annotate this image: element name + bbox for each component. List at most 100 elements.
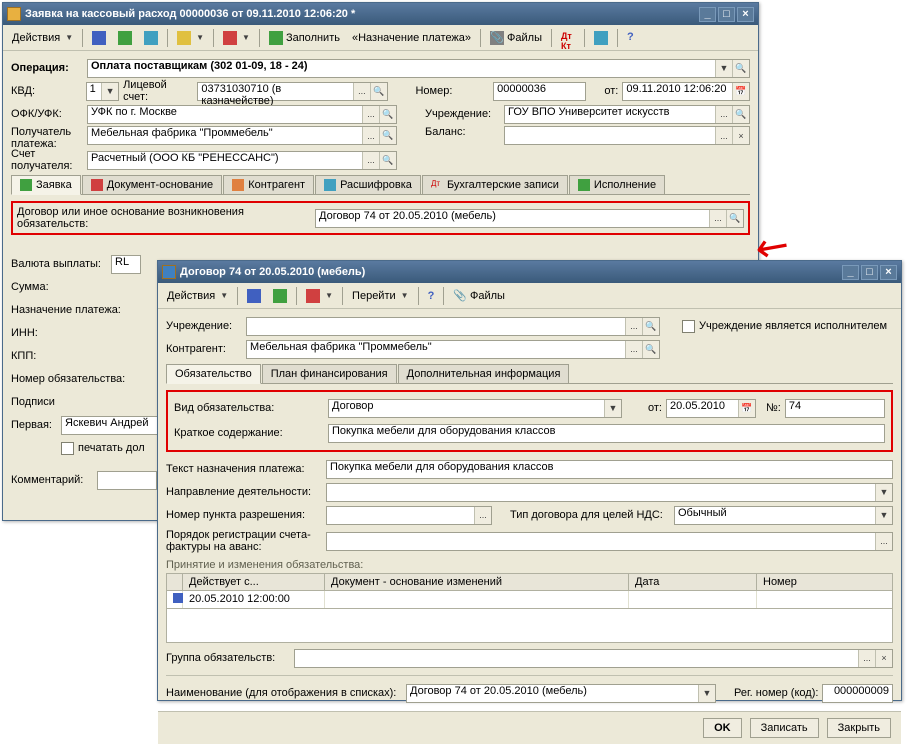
tab-buh[interactable]: ДтБухгалтерские записи (422, 175, 568, 194)
window1-tabs: Заявка Документ-основание Контрагент Рас… (11, 175, 750, 195)
print-checkbox[interactable] (61, 442, 74, 455)
help-button[interactable]: ? (423, 286, 440, 306)
toolbar-btn-4[interactable]: ▼ (172, 28, 209, 48)
refresh-button[interactable] (113, 28, 137, 48)
refresh-button[interactable] (268, 286, 292, 306)
minimize-button[interactable]: _ (699, 7, 716, 22)
purpose-button[interactable]: «Назначение платежа» (347, 28, 476, 48)
grp-field[interactable]: ...× (294, 649, 893, 668)
operation-field[interactable]: Оплата поставщикам (302 01-09, 18 - 24) … (87, 59, 750, 78)
maximize-button[interactable]: □ (718, 7, 735, 22)
isp-checkbox[interactable] (682, 320, 695, 333)
num-field[interactable]: 74 (785, 399, 885, 418)
toolbar-btn-3[interactable] (139, 28, 163, 48)
first-field[interactable]: Яскевич Андрей (61, 416, 161, 435)
app-icon (162, 265, 176, 279)
dogovor-field[interactable]: Договор 74 от 20.05.2010 (мебель)...🔍 (315, 209, 744, 228)
tab-obyaz[interactable]: Обязательство (166, 364, 261, 384)
calendar-button[interactable]: 📅 (732, 83, 749, 100)
lookup-button[interactable]: 🔍 (370, 83, 387, 100)
napr-field[interactable]: ▼ (326, 483, 893, 502)
val-field[interactable]: RL (111, 255, 141, 274)
tab-plan[interactable]: План финансирования (262, 364, 397, 383)
close-button[interactable]: × (737, 7, 754, 22)
col-data[interactable]: Дата (629, 574, 757, 590)
kvd-label: КВД: (11, 85, 82, 97)
col-doc[interactable]: Документ - основание изменений (325, 574, 629, 590)
pol-field[interactable]: Мебельная фабрика "Проммебель"...🔍 (87, 126, 397, 145)
grid-empty-area (166, 609, 893, 643)
actions-menu[interactable]: Действия▼ (7, 28, 78, 48)
tab-rasshifrovka[interactable]: Расшифровка (315, 175, 421, 194)
dtkt-tab-icon: Дт (431, 179, 443, 191)
fill-button[interactable]: Заполнить (264, 28, 345, 48)
ls-field[interactable]: 03731030710 (в казначействе)...🔍 (197, 82, 387, 101)
dtkt-icon: ДтКт (561, 31, 575, 45)
tab-kontragent[interactable]: Контрагент (223, 175, 314, 194)
toolbar-btn-5[interactable]: ▼ (218, 28, 255, 48)
date-field[interactable]: 09.11.2010 12:06:20📅 (622, 82, 750, 101)
bal-field[interactable]: ...× (504, 126, 750, 145)
naim-field[interactable]: Договор 74 от 20.05.2010 (мебель)▼ (406, 684, 716, 703)
ok-button[interactable]: OK (703, 718, 742, 738)
dtkt-button[interactable]: ДтКт (556, 28, 580, 48)
inn-label: ИНН: (11, 327, 51, 339)
actions-menu[interactable]: Действия▼ (162, 286, 233, 306)
window2-title: Договор 74 от 20.05.2010 (мебель) (180, 266, 842, 278)
lookup-button[interactable]: 🔍 (732, 60, 749, 77)
report-button[interactable] (589, 28, 613, 48)
goto-button[interactable]: Перейти▼ (347, 286, 414, 306)
komm-field[interactable] (97, 471, 157, 490)
kontr-label: Контрагент: (166, 343, 242, 355)
num-field[interactable]: 00000036 (493, 82, 586, 101)
window2-button-bar: OK Записать Закрыть (158, 711, 901, 744)
nob-label: Номер обязательства: (11, 373, 135, 385)
dogovor-label: Договор или иное основание возникновения… (17, 206, 315, 230)
print-label: печатать дол (78, 442, 145, 454)
ofk-field[interactable]: УФК по г. Москве...🔍 (87, 105, 397, 124)
window2-titlebar: Договор 74 от 20.05.2010 (мебель) _ □ × (158, 261, 901, 283)
text-field[interactable]: Покупка мебели для оборудования классов (326, 460, 893, 479)
tab-dop[interactable]: Дополнительная информация (398, 364, 570, 383)
nav-back-button[interactable] (242, 286, 266, 306)
files-button[interactable]: 📎Файлы (448, 286, 510, 306)
tab-document[interactable]: Документ-основание (82, 175, 222, 194)
krat-field[interactable]: Покупка мебели для оборудования классов (328, 424, 885, 443)
col-num[interactable]: Номер (757, 574, 892, 590)
app-icon (7, 7, 21, 21)
kvd-field[interactable]: 1▼ (86, 82, 119, 101)
vid-field[interactable]: Договор▼ (328, 399, 622, 418)
files-button[interactable]: 📎Файлы (485, 28, 547, 48)
tab-ispolnenie[interactable]: Исполнение (569, 175, 665, 194)
minimize-button[interactable]: _ (842, 265, 859, 280)
reg-field[interactable]: 000000009 (822, 684, 893, 703)
tab-zayavka[interactable]: Заявка (11, 175, 81, 195)
punkt-label: Номер пункта разрешения: (166, 509, 322, 521)
window2-tabs: Обязательство План финансирования Дополн… (166, 364, 893, 384)
icon-3 (306, 289, 320, 303)
calendar-button[interactable]: 📅 (738, 400, 755, 417)
close-button[interactable]: × (880, 265, 897, 280)
uchr-field[interactable]: ГОУ ВПО Университет искусств...🔍 (504, 105, 750, 124)
dropdown-button[interactable]: ▼ (715, 60, 732, 77)
isp-label: Учреждение является исполнителем (699, 320, 887, 332)
uchr-field[interactable]: ГОУ ВПО Университет искусств...🔍 (246, 317, 660, 336)
operation-label: Операция: (11, 62, 83, 74)
table-icon (324, 179, 336, 191)
save-button[interactable]: Записать (750, 718, 819, 738)
maximize-button[interactable]: □ (861, 265, 878, 280)
toolbar-btn-3[interactable]: ▼ (301, 286, 338, 306)
tipd-field[interactable]: Обычный▼ (674, 506, 893, 525)
col-date[interactable]: Действует с... (183, 574, 325, 590)
window2-toolbar: Действия▼ ▼ Перейти▼ ? 📎Файлы (158, 283, 901, 309)
schet-field[interactable]: Расчетный (ООО КБ "РЕНЕССАНС")...🔍 (87, 151, 397, 170)
table-row[interactable]: 20.05.2010 12:00:00 (166, 591, 893, 609)
close-button[interactable]: Закрыть (827, 718, 891, 738)
por-field[interactable]: ... (326, 532, 893, 551)
row-icon (173, 593, 183, 603)
help-button[interactable]: ? (622, 28, 646, 48)
date-field[interactable]: 20.05.2010📅 (666, 399, 756, 418)
punkt-field[interactable]: ... (326, 506, 492, 525)
nav-back-button[interactable] (87, 28, 111, 48)
kontr-field[interactable]: Мебельная фабрика "Проммебель"...🔍 (246, 340, 660, 359)
